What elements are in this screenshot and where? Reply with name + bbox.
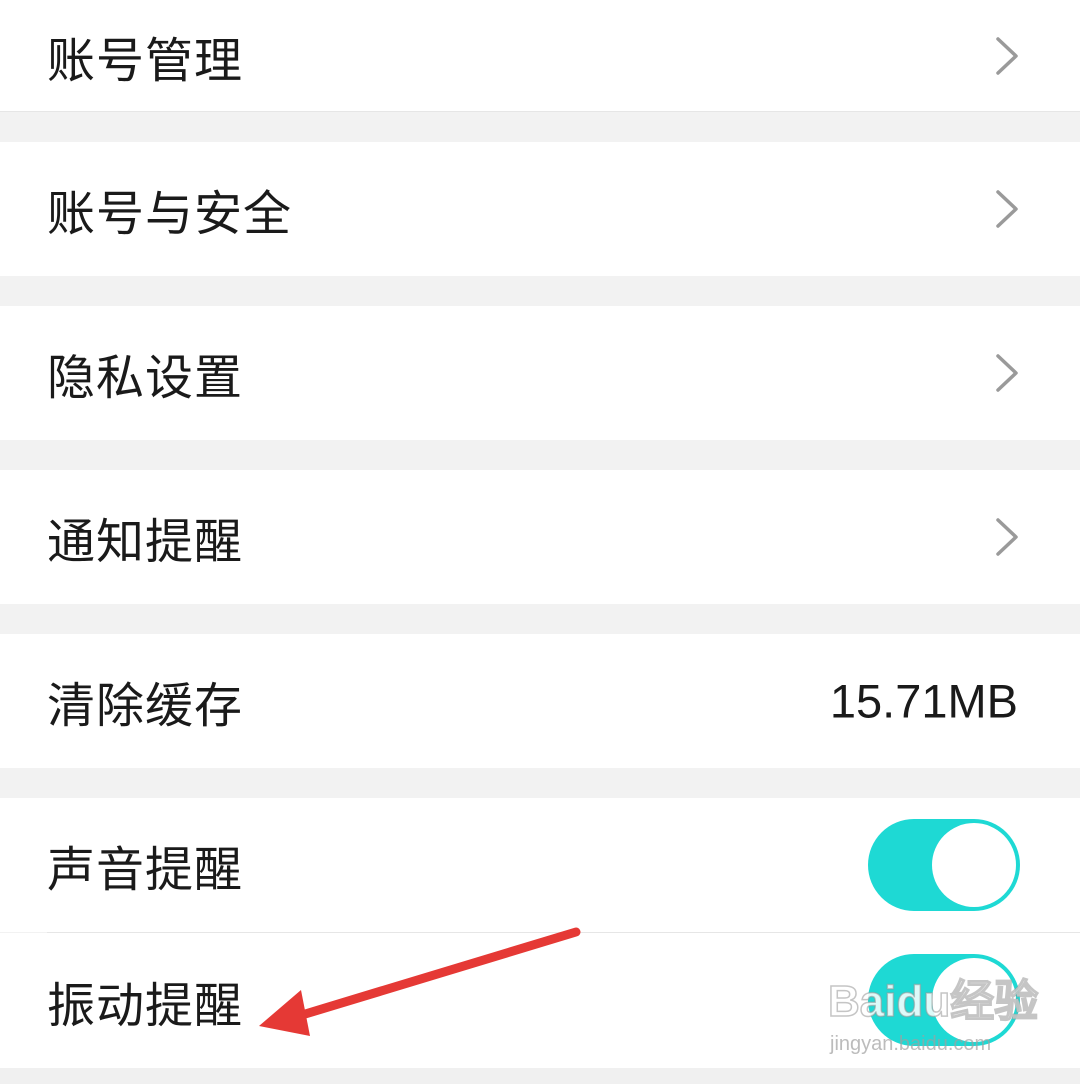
chevron-right-icon bbox=[996, 190, 1018, 228]
cache-size-value: 15.71MB bbox=[829, 674, 1018, 728]
chevron-right-icon bbox=[996, 36, 1018, 75]
toggle-knob bbox=[932, 823, 1016, 907]
settings-item-sound-alert: 声音提醒 bbox=[0, 798, 1080, 932]
settings-item-label: 通知提醒 bbox=[47, 514, 244, 570]
toggle-knob bbox=[932, 958, 1016, 1042]
settings-item-label: 振动提醒 bbox=[47, 977, 244, 1034]
settings-item-vibration-alert: 振动提醒 bbox=[0, 933, 1080, 1068]
chevron-right-icon bbox=[996, 518, 1018, 556]
settings-item-label: 清除缓存 bbox=[47, 678, 244, 734]
settings-item-label: 隐私设置 bbox=[47, 350, 244, 406]
settings-item-clear-cache[interactable]: 清除缓存 15.71MB bbox=[0, 634, 1080, 768]
settings-item-label: 账号管理 bbox=[47, 32, 244, 89]
settings-item-label: 账号与安全 bbox=[47, 186, 293, 242]
settings-item-notifications[interactable]: 通知提醒 bbox=[0, 470, 1080, 604]
list-bottom-gap bbox=[0, 1068, 1080, 1084]
vibration-alert-toggle[interactable] bbox=[868, 954, 1020, 1046]
sound-alert-toggle[interactable] bbox=[868, 819, 1020, 911]
settings-item-account-security[interactable]: 账号与安全 bbox=[0, 142, 1080, 276]
settings-item-label: 声音提醒 bbox=[47, 842, 244, 898]
settings-item-account-management[interactable]: 账号管理 bbox=[0, 0, 1080, 112]
chevron-right-icon bbox=[996, 354, 1018, 392]
settings-item-privacy[interactable]: 隐私设置 bbox=[0, 306, 1080, 440]
